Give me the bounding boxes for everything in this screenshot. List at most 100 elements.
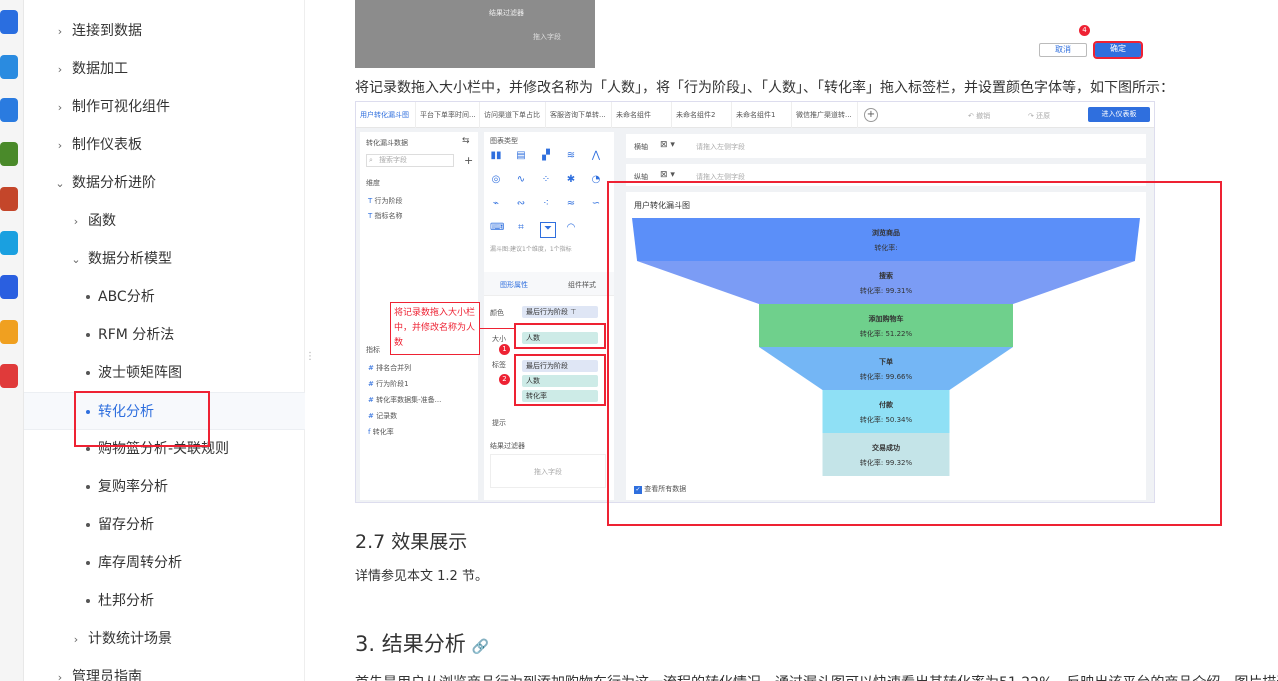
tab-1[interactable]: 平台下单率时间... (416, 102, 480, 128)
app-icon-4[interactable] (0, 142, 18, 166)
measure-field-3[interactable]: # 记录数 (368, 411, 397, 421)
nav-item-label: 函数 (88, 213, 116, 229)
nav-item-15[interactable]: 杜邦分析 (24, 582, 305, 620)
nav-item-5[interactable]: › 函数 (24, 202, 305, 240)
app-icon-3[interactable] (0, 98, 18, 122)
nav-item-17[interactable]: › 管理员指南 (24, 658, 305, 681)
chart-type-icon-3[interactable]: ≋ (565, 150, 577, 162)
chart-type-icon-4[interactable]: ⋀ (590, 150, 602, 162)
chart-type-icon-14[interactable]: ∽ (590, 198, 602, 210)
nav-item-7[interactable]: ABC分析 (24, 278, 305, 316)
resize-handle[interactable]: ⋮ (305, 352, 315, 367)
nav-item-9[interactable]: 波士顿矩阵图 (24, 354, 305, 392)
app-icon-5[interactable] (0, 187, 18, 211)
measure-field-4[interactable]: f 转化率 (368, 427, 394, 437)
bullet-icon (86, 447, 90, 451)
tab-6[interactable]: 未命名组件1 (732, 102, 792, 128)
add-tab-icon[interactable]: + (864, 108, 878, 122)
nav-item-label: 计数统计场景 (88, 631, 172, 647)
chart-type-icon-5[interactable]: ◎ (490, 174, 502, 186)
bullet-icon (86, 561, 90, 565)
search-input[interactable]: 搜索字段 (366, 154, 454, 167)
step-2-badge: 2 (499, 374, 510, 385)
add-field-icon[interactable]: + (464, 154, 473, 167)
chart-type-icon-6[interactable]: ∿ (515, 174, 527, 186)
result-filter-label: 结果过滤器 (489, 9, 524, 17)
anchor-link-icon[interactable]: 🔗 (472, 639, 489, 655)
confirm-button[interactable]: 确定 (1093, 41, 1143, 59)
section-heading-2-7: 2.7 效果展示 (355, 531, 468, 553)
bullet-icon (86, 523, 90, 527)
nav-item-3[interactable]: › 制作仪表板 (24, 126, 305, 164)
dataset-switch-icon[interactable]: ⇆ (462, 136, 470, 146)
nav-item-16[interactable]: › 计数统计场景 (24, 620, 305, 658)
nav-item-label: 数据分析模型 (88, 251, 172, 267)
chart-type-icon-17[interactable]: ⏷ (540, 222, 556, 238)
measure-field-0[interactable]: # 排名合并列 (368, 363, 411, 373)
chart-type-icon-18[interactable]: ◠ (565, 222, 577, 234)
chart-type-icon-7[interactable]: ⁘ (540, 174, 552, 186)
nav-item-8[interactable]: RFM 分析法 (24, 316, 305, 354)
chevron-right-icon: › (73, 215, 79, 228)
drag-field-box[interactable]: 拖入字段 (490, 454, 606, 488)
nav-item-2[interactable]: › 制作可视化组件 (24, 88, 305, 126)
chart-type-icon-0[interactable]: ▮▮ (490, 150, 502, 162)
undo-button[interactable]: ↶ 撤销 (968, 111, 990, 121)
screenshot-top: 结果过滤器 拖入字段 取消 确定 4 (355, 0, 1155, 68)
nav-item-6[interactable]: ⌄ 数据分析模型 (24, 240, 305, 278)
nav-item-label: ABC分析 (98, 289, 155, 305)
x-axis-icon[interactable]: ⊠ ▾ (660, 140, 675, 150)
chart-type-icon-8[interactable]: ✱ (565, 174, 577, 186)
chart-type-icon-12[interactable]: ⁖ (540, 198, 552, 210)
doc-nav-tree: › 连接到数据 › 数据加工 › 制作可视化组件 › 制作仪表板 ⌄ 数据分析进阶 › 函数 ⌄ 数据分析… (24, 0, 305, 681)
chart-type-icon-16[interactable]: ⌗ (515, 222, 527, 234)
y-axis-icon[interactable]: ⊠ ▾ (660, 170, 675, 180)
nav-item-14[interactable]: 库存周转分析 (24, 544, 305, 582)
chart-type-icon-1[interactable]: ▤ (515, 150, 527, 162)
section-heading-3-text: 3. 结果分析 (355, 632, 466, 656)
chevron-down-icon: ⌄ (71, 253, 81, 266)
nav-item-label: 管理员指南 (72, 669, 142, 681)
app-icon-7[interactable] (0, 275, 18, 299)
nav-item-label: 制作仪表板 (72, 137, 142, 153)
section-text-2-7: 详情参见本文 1.2 节。 (355, 569, 488, 584)
bullet-icon (86, 333, 90, 337)
chart-type-icon-13[interactable]: ≈ (565, 198, 577, 210)
tab-2[interactable]: 访问渠道下单占比 (480, 102, 546, 128)
chart-type-panel: 图表类型 ▮▮ ▤ ▞ ≋ ⋀ ◎ ∿ ⁘ ✱ ◔ ⌁ ∾ ⁖ ≈ ∽ ⌨ ⌗ ⏷ ◠ 漏斗图:建议1个维度，1个指… (484, 132, 614, 500)
tab-3[interactable]: 客服咨询下单转... (546, 102, 612, 128)
nav-item-4[interactable]: ⌄ 数据分析进阶 (24, 164, 305, 202)
chart-type-icon-2[interactable]: ▞ (540, 150, 552, 162)
tab-7[interactable]: 微信推广渠道转... (792, 102, 858, 128)
enter-dashboard-button[interactable]: 进入仪表板 (1088, 107, 1150, 122)
dim-field-1[interactable]: T 指标名称 (368, 211, 403, 221)
dim-field-0[interactable]: T 行为阶段 (368, 196, 403, 206)
tab-component-style[interactable]: 组件样式 (568, 280, 596, 290)
cancel-button[interactable]: 取消 (1039, 43, 1087, 57)
tab-0[interactable]: 用户转化漏斗图 (356, 102, 416, 128)
chart-type-icon-15[interactable]: ⌨ (490, 222, 504, 234)
app-icon-2[interactable] (0, 55, 18, 79)
app-icon-9[interactable] (0, 364, 18, 388)
undo-icon: ↶ (968, 112, 977, 120)
nav-item-1[interactable]: › 数据加工 (24, 50, 305, 88)
app-icon-8[interactable] (0, 320, 18, 344)
tab-5[interactable]: 未命名组件2 (672, 102, 732, 128)
chart-type-icon-9[interactable]: ◔ (590, 174, 602, 186)
tab-4[interactable]: 未命名组件 (612, 102, 672, 128)
nav-item-13[interactable]: 留存分析 (24, 506, 305, 544)
chart-type-icon-11[interactable]: ∾ (515, 198, 527, 210)
search-icon: ⌕ (369, 156, 373, 164)
measure-field-1[interactable]: # 行为阶段1 (368, 379, 409, 389)
tab-graph-attr[interactable]: 图形属性 (500, 280, 528, 290)
chart-type-icon-10[interactable]: ⌁ (490, 198, 502, 210)
color-pill[interactable]: 最后行为阶段 ⊤ (522, 306, 598, 318)
x-axis-input[interactable]: 请拖入左侧字段 (696, 142, 745, 152)
redo-button[interactable]: ↷ 还原 (1028, 111, 1050, 121)
app-icon-1[interactable] (0, 10, 18, 34)
measure-field-2[interactable]: # 转化率数据集-准备... (368, 395, 441, 405)
nav-item-0[interactable]: › 连接到数据 (24, 12, 305, 50)
app-icon-6[interactable] (0, 231, 18, 255)
bullet-icon (86, 599, 90, 603)
nav-item-12[interactable]: 复购率分析 (24, 468, 305, 506)
